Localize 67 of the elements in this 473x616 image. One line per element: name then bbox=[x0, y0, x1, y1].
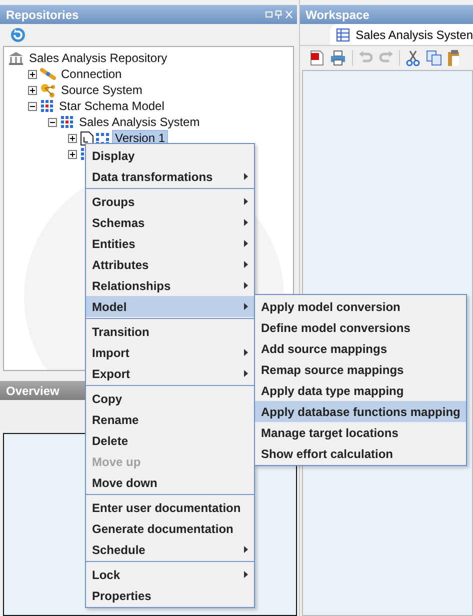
expander-icon[interactable] bbox=[68, 134, 77, 142]
submenu-arrow-icon bbox=[244, 282, 248, 289]
menu-item[interactable]: Copy bbox=[86, 388, 254, 409]
menu-item[interactable]: Enter user documentation bbox=[86, 497, 254, 518]
submenu-arrow-icon bbox=[244, 303, 248, 310]
panel-title: Repositories bbox=[6, 8, 79, 22]
menu-item[interactable]: Attributes bbox=[86, 254, 254, 275]
tree-item[interactable]: Source System bbox=[59, 83, 144, 97]
menu-item[interactable]: Show effort calculation bbox=[255, 443, 466, 464]
menu-item[interactable]: Manage target locations bbox=[255, 422, 466, 443]
menu-item[interactable]: Lock bbox=[86, 564, 254, 585]
grid-icon bbox=[40, 99, 54, 113]
menu-item[interactable]: Data transformations bbox=[86, 166, 254, 187]
submenu-arrow-icon bbox=[244, 546, 248, 553]
menu-item[interactable]: Define model conversions bbox=[255, 317, 466, 338]
panel-title: Workspace bbox=[306, 8, 370, 22]
panel-controls-icon[interactable] bbox=[264, 10, 293, 19]
menu-item[interactable]: Add source mappings bbox=[255, 338, 466, 359]
tree-item[interactable]: Star Schema Model bbox=[57, 99, 166, 113]
copy-icon[interactable] bbox=[426, 50, 442, 66]
menu-item[interactable]: Display bbox=[86, 145, 254, 166]
bank-icon bbox=[8, 50, 24, 66]
panel-title: Overview bbox=[6, 384, 60, 398]
submenu-arrow-icon bbox=[244, 370, 248, 377]
submenu-arrow-icon bbox=[244, 240, 248, 247]
submenu-arrow-icon bbox=[244, 349, 248, 356]
nodes-icon bbox=[40, 82, 56, 98]
menu-item[interactable]: Import bbox=[86, 342, 254, 363]
menu-item[interactable]: Properties bbox=[86, 585, 254, 606]
menu-item[interactable]: Schemas bbox=[86, 212, 254, 233]
scissors-icon[interactable] bbox=[406, 50, 420, 66]
refresh-icon[interactable] bbox=[10, 27, 26, 43]
tree-item[interactable]: Sales Analysis Repository bbox=[27, 51, 170, 65]
document-tab[interactable]: Sales Analysis Systen bbox=[330, 24, 473, 45]
expander-icon[interactable] bbox=[28, 86, 37, 94]
menu-item[interactable]: Apply database functions mapping bbox=[255, 401, 466, 422]
expander-icon[interactable] bbox=[68, 150, 77, 158]
submenu-arrow-icon bbox=[244, 219, 248, 226]
table-icon bbox=[336, 28, 350, 42]
menu-item[interactable]: Rename bbox=[86, 409, 254, 430]
menu-item[interactable]: Apply data type mapping bbox=[255, 380, 466, 401]
menu-item[interactable]: Delete bbox=[86, 430, 254, 451]
menu-item[interactable]: Generate documentation bbox=[86, 518, 254, 539]
link-icon bbox=[40, 67, 56, 81]
submenu-arrow-icon bbox=[244, 571, 248, 578]
menu-item[interactable]: Groups bbox=[86, 191, 254, 212]
clipboard-icon[interactable] bbox=[448, 50, 459, 66]
submenu-arrow-icon bbox=[244, 173, 248, 180]
submenu-arrow-icon bbox=[244, 261, 248, 268]
submenu-arrow-icon bbox=[244, 198, 248, 205]
menu-item[interactable]: Export bbox=[86, 363, 254, 384]
pdf-icon[interactable] bbox=[310, 50, 324, 66]
menu-item[interactable]: Model bbox=[86, 296, 254, 317]
menu-item[interactable]: Transition bbox=[86, 321, 254, 342]
tree-item[interactable]: Connection bbox=[59, 67, 124, 81]
tree-item[interactable]: Sales Analysis System bbox=[77, 115, 202, 129]
printer-icon[interactable] bbox=[330, 50, 346, 66]
menu-item[interactable]: Schedule bbox=[86, 539, 254, 560]
grid-icon bbox=[60, 115, 74, 129]
expander-icon[interactable] bbox=[28, 102, 37, 110]
menu-item[interactable]: Relationships bbox=[86, 275, 254, 296]
menu-item[interactable]: Entities bbox=[86, 233, 254, 254]
menu-item[interactable]: Move down bbox=[86, 472, 254, 493]
menu-item[interactable]: Apply model conversion bbox=[255, 296, 466, 317]
expander-icon[interactable] bbox=[48, 118, 57, 126]
expander-icon[interactable] bbox=[28, 70, 37, 78]
menu-item[interactable]: Remap source mappings bbox=[255, 359, 466, 380]
